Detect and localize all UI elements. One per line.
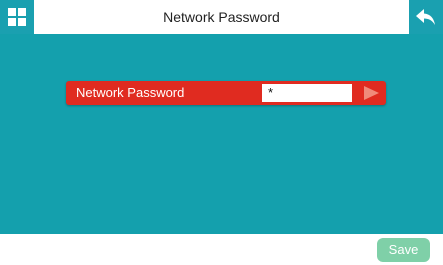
network-password-row: Network Password xyxy=(66,81,386,105)
triangle-right-icon[interactable] xyxy=(362,85,380,101)
back-arrow-icon xyxy=(416,9,435,25)
header-bar: Network Password xyxy=(0,0,443,34)
grid-icon xyxy=(8,8,26,26)
back-button[interactable] xyxy=(409,0,443,34)
save-button[interactable]: Save xyxy=(377,238,430,262)
screen: Network Password Network Password Save xyxy=(0,0,443,265)
footer-bar: Save xyxy=(0,234,443,265)
main-panel: Network Password xyxy=(0,34,443,234)
network-password-input[interactable] xyxy=(262,84,352,102)
page-title: Network Password xyxy=(163,9,280,25)
network-password-label: Network Password xyxy=(76,85,185,100)
home-button[interactable] xyxy=(0,0,34,34)
